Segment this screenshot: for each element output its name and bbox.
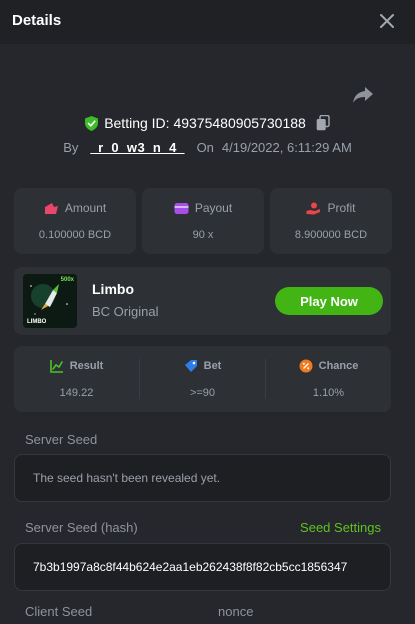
close-icon[interactable] xyxy=(379,13,395,29)
thumb-title: LIMBO xyxy=(27,319,47,325)
betting-id: Betting ID: 49375480905730188 xyxy=(104,115,306,131)
chance-percent-icon xyxy=(299,359,313,373)
nonce-label: nonce xyxy=(218,604,254,619)
server-seed-field[interactable]: The seed hasn't been revealed yet. xyxy=(14,454,391,502)
server-seed-label: Server Seed xyxy=(25,432,98,447)
bet-column: Bet >=90 xyxy=(140,346,265,412)
profit-label: Profit xyxy=(327,201,356,215)
payout-label: Payout xyxy=(194,201,233,215)
modal-header: Details xyxy=(0,0,415,44)
result-value: 149.22 xyxy=(59,387,94,399)
amount-label-row: Amount xyxy=(14,201,136,215)
on-label: On xyxy=(196,139,214,155)
payout-card: Payout 90 x xyxy=(142,188,264,254)
payout-label-row: Payout xyxy=(142,201,264,215)
result-label: Result xyxy=(69,360,104,372)
payout-value: 90 x xyxy=(192,229,214,241)
bet-datetime: 4/19/2022, 6:11:29 AM xyxy=(221,139,352,155)
betting-id-row: Betting ID: 49375480905730188 xyxy=(0,113,415,133)
result-chart-icon xyxy=(49,360,63,373)
seed-settings-link[interactable]: Seed Settings xyxy=(300,520,381,535)
bet-label: Bet xyxy=(203,360,222,372)
server-seed-hash-label: Server Seed (hash) xyxy=(25,520,138,535)
profit-value: 8.900000 BCD xyxy=(294,229,368,241)
profit-hand-coin-icon xyxy=(306,202,321,214)
limbo-game-thumbnail[interactable]: 500x LIMBO xyxy=(23,274,77,328)
username-link[interactable]: _r_0_w3_n_4_ xyxy=(90,140,184,155)
game-card: 500x LIMBO Limbo BC Original Play Now xyxy=(14,267,391,335)
by-label: By xyxy=(63,139,79,155)
amount-card: Amount 0.100000 BCD xyxy=(14,188,136,254)
play-now-button[interactable]: Play Now xyxy=(275,287,383,315)
result-column: Result 149.22 xyxy=(14,346,139,412)
game-name: Limbo xyxy=(92,281,134,297)
result-card: Result 149.22 Bet >=90 Chance 1.10% xyxy=(14,346,391,412)
chance-label-row: Chance xyxy=(266,359,391,373)
bet-owner-row: By _r_0_w3_n_4_ On 4/19/2022, 6:11:29 AM xyxy=(0,137,415,157)
amount-value: 0.100000 BCD xyxy=(38,229,112,241)
verified-shield-icon xyxy=(85,115,99,131)
chance-label: Chance xyxy=(318,360,359,372)
copy-icon[interactable] xyxy=(316,115,330,131)
game-provider: BC Original xyxy=(92,304,159,319)
result-label-row: Result xyxy=(14,359,139,373)
bet-value: >=90 xyxy=(189,387,216,399)
amount-icon xyxy=(44,202,58,214)
chance-value: 1.10% xyxy=(312,387,345,399)
share-icon[interactable] xyxy=(352,86,374,104)
profit-card: Profit 8.900000 BCD xyxy=(270,188,392,254)
server-seed-hash-field[interactable]: 7b3b1997a8c8f44b624e2aa1eb262438f8f82cb5… xyxy=(14,543,391,591)
thumb-badge: 500x xyxy=(60,277,74,283)
bet-tag-icon xyxy=(184,360,197,372)
amount-label: Amount xyxy=(64,201,107,215)
profit-label-row: Profit xyxy=(270,201,392,215)
bet-label-row: Bet xyxy=(140,359,265,373)
modal-title: Details xyxy=(12,12,62,29)
chance-column: Chance 1.10% xyxy=(266,346,391,412)
client-seed-label: Client Seed xyxy=(25,604,93,619)
payout-wallet-icon xyxy=(174,202,189,214)
